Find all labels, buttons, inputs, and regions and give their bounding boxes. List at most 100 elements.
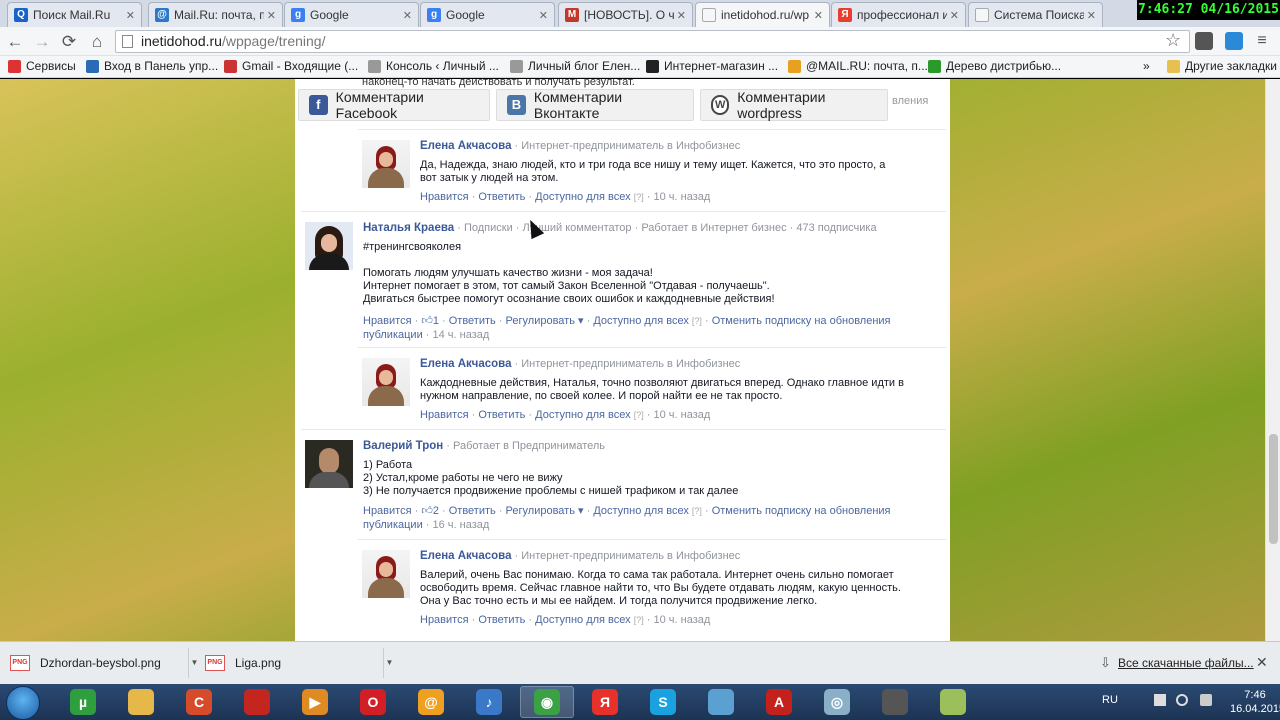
scrollbar-thumb[interactable] [1269,434,1278,544]
reply-link[interactable]: Ответить [449,315,496,327]
bookmark-item[interactable]: Консоль ‹ Личный ... [368,59,499,73]
download-item[interactable]: PNG Dzhordan-beysbol.png ▼ [10,648,198,678]
help-link[interactable]: [?] [692,506,702,516]
reply-link[interactable]: Ответить [449,505,496,517]
avatar[interactable] [362,358,410,406]
comment-time[interactable]: 10 ч. назад [654,614,711,626]
avatar[interactable] [305,440,353,488]
tray-app-icon[interactable] [1200,694,1212,706]
taskbar-utorrent-icon[interactable]: µ [56,686,110,718]
taskbar-app-red-icon[interactable] [230,686,284,718]
help-link[interactable]: [?] [634,192,644,202]
bookmarks-more-button[interactable]: » [1143,59,1150,73]
vk-comments-button[interactable]: B Комментарии Вконтакте [496,89,694,121]
all-downloads-link[interactable]: Все скачанные файлы... [1118,656,1254,670]
download-menu-chevron-icon[interactable]: ▼ [383,648,395,678]
taskbar-opera-icon[interactable]: O [346,686,400,718]
comment-time[interactable]: 10 ч. назад [654,409,711,421]
taskbar-explorer-icon[interactable] [114,686,168,718]
download-menu-chevron-icon[interactable]: ▼ [188,648,200,678]
comment-time[interactable]: 10 ч. назад [654,191,711,203]
like-link[interactable]: Нравится [420,409,469,421]
reply-link[interactable]: Ответить [478,614,525,626]
taskbar-clock[interactable]: 7:46 16.04.2015 [1230,688,1280,716]
tab-8[interactable]: Система Поиска ✕ [968,2,1103,27]
like-link[interactable]: Нравится [420,614,469,626]
audience-link[interactable]: Доступно для всех [535,614,631,626]
home-icon[interactable]: ⌂ [86,31,108,53]
comment-author[interactable]: Елена Акчасова [420,358,511,370]
like-link[interactable]: Нравится [363,505,412,517]
reply-link[interactable]: Ответить [478,191,525,203]
taskbar-media-icon[interactable]: ▶ [288,686,342,718]
tab-close-icon[interactable]: ✕ [677,9,686,22]
tab-6[interactable]: inetidohod.ru/wp ✕ [695,2,830,27]
other-bookmarks[interactable]: Другие закладки [1167,59,1277,73]
bookmark-item[interactable]: Дерево дистрибью... [928,59,1061,73]
taskbar-chrome-icon[interactable]: ◉ [520,686,574,718]
comment-time[interactable]: 14 ч. назад [433,329,490,341]
close-downloads-button[interactable]: ✕ [1256,654,1268,671]
taskbar-sound-icon[interactable]: ♪ [462,686,516,718]
comment-author[interactable]: Наталья Краева [363,222,454,234]
bookmark-item[interactable]: Вход в Панель упр... [86,59,218,73]
tab-close-icon[interactable]: ✕ [267,9,276,22]
taskbar-yandex-icon[interactable]: Я [578,686,632,718]
scrollbar[interactable] [1265,79,1280,641]
avatar[interactable] [362,550,410,598]
tab-close-icon[interactable]: ✕ [814,9,823,22]
network-icon[interactable] [1154,694,1166,706]
avatar[interactable] [305,222,353,270]
download-item[interactable]: PNG Liga.png ▼ [205,648,393,678]
help-link[interactable]: [?] [634,410,644,420]
unsubscribe-link-cont[interactable]: публикации [363,519,423,531]
audience-link[interactable]: Доступно для всех [535,409,631,421]
tab-1[interactable]: Q Поиск Mail.Ru ✕ [7,2,142,27]
comment-author[interactable]: Елена Акчасова [420,550,511,562]
avatar[interactable] [362,140,410,188]
taskbar-mail-agent-icon[interactable]: @ [404,686,458,718]
like-count[interactable]: 2 [433,505,439,517]
tab-close-icon[interactable]: ✕ [403,9,412,22]
tab-4[interactable]: g Google ✕ [420,2,555,27]
bookmark-item[interactable]: Личный блог Елен... [510,59,640,73]
tab-2[interactable]: @ Mail.Ru: почта, п ✕ [148,2,283,27]
chevron-down-icon[interactable]: ▾ [575,505,584,517]
bookmark-item[interactable]: Gmail - Входящие (... [224,59,358,73]
bookmark-item[interactable]: Интернет-магазин ... [646,59,778,73]
like-link[interactable]: Нравится [363,315,412,327]
tab-close-icon[interactable]: ✕ [126,9,135,22]
like-count[interactable]: 1 [433,315,439,327]
unsubscribe-link[interactable]: Отменить подписку на обновления [712,505,891,517]
comment-author[interactable]: Елена Акчасова [420,140,511,152]
start-button[interactable] [6,686,40,720]
bookmark-item[interactable]: @MAIL.RU: почта, п... [788,59,928,73]
reply-link[interactable]: Ответить [478,409,525,421]
tab-close-icon[interactable]: ✕ [539,9,548,22]
back-icon[interactable]: ← [4,31,26,53]
audience-link[interactable]: Доступно для всех [593,315,689,327]
extension-icon[interactable] [1195,32,1213,50]
audience-link[interactable]: Доступно для всех [593,505,689,517]
moderate-link[interactable]: Регулировать [506,315,575,327]
taskbar-notes-icon[interactable] [694,686,748,718]
reload-icon[interactable]: ⟳ [58,31,80,53]
tab-3[interactable]: g Google ✕ [284,2,419,27]
taskbar-ccleaner-icon[interactable]: C [172,686,226,718]
tab-7[interactable]: Япрофессионал и ✕ [831,2,966,27]
tab-close-icon[interactable]: ✕ [950,9,959,22]
help-link[interactable]: [?] [634,615,644,625]
taskbar-camcorder-icon[interactable] [868,686,922,718]
facebook-comments-button[interactable]: f Комментарии Facebook [298,89,490,121]
help-link[interactable]: [?] [692,316,702,326]
checkmark-extension-icon[interactable] [1225,32,1243,50]
address-bar[interactable]: inetidohod.ru/wppage/trening/ [115,30,1190,53]
menu-icon[interactable]: ≡ [1253,32,1271,50]
taskbar-acrobat-icon[interactable]: A [752,686,806,718]
comment-author[interactable]: Валерий Трон [363,440,443,452]
taskbar-webcam-icon[interactable]: ◎ [810,686,864,718]
tab-close-icon[interactable]: ✕ [1087,9,1096,22]
unsubscribe-link-cont[interactable]: публикации [363,329,423,341]
forward-icon[interactable]: → [31,31,53,53]
comment-time[interactable]: 16 ч. назад [433,519,490,531]
